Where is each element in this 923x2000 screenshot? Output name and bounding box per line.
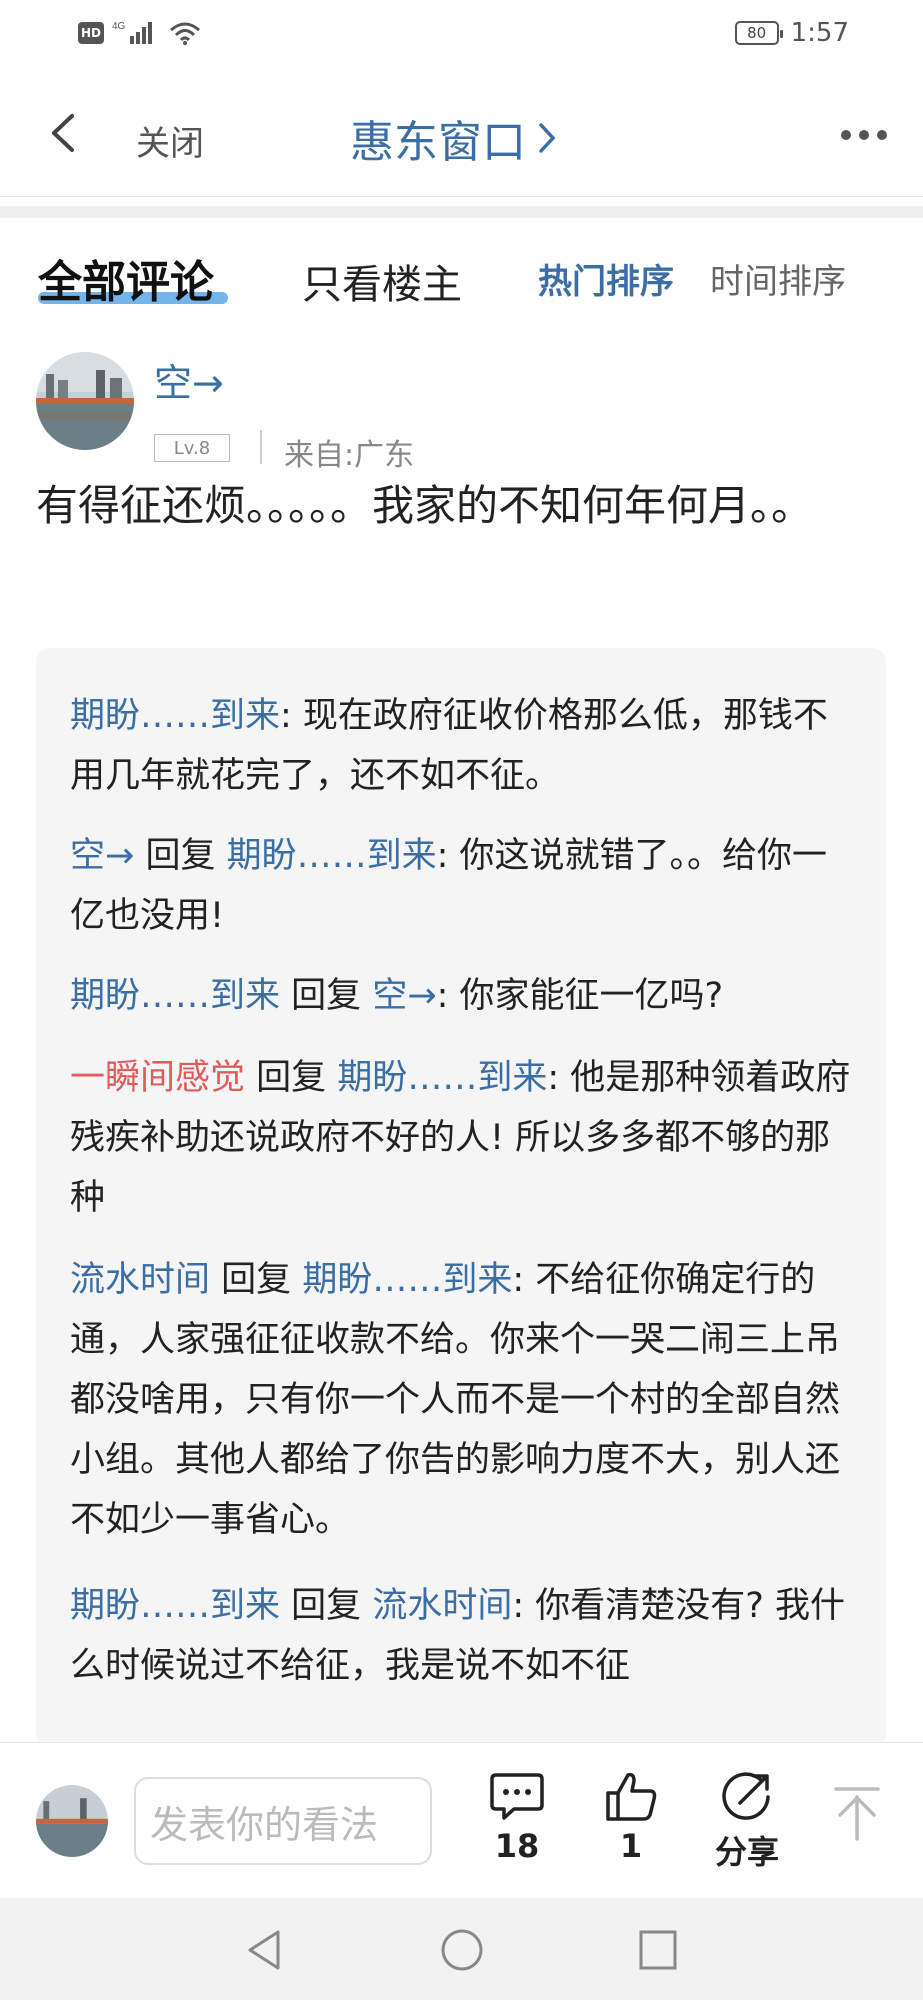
thumbs-up-icon xyxy=(606,1772,657,1821)
comments-button[interactable]: 18 xyxy=(472,1771,562,1865)
forum-title-link[interactable]: 惠东窗口 xyxy=(350,106,558,170)
status-left: HD 4G xyxy=(78,20,202,46)
status-right: 80 1:57 xyxy=(734,18,849,48)
system-nav-bar xyxy=(0,1898,923,2000)
avatar-image xyxy=(36,352,134,450)
forum-title: 惠东窗口 xyxy=(350,117,526,168)
reply-target[interactable]: 空→ xyxy=(372,976,436,1016)
comment-input[interactable]: 发表你的看法 xyxy=(134,1777,432,1865)
post-location: 来自:广东 xyxy=(284,438,415,473)
reply-text: : 不给征你确定行的通，人家强征征收款不给。你来个一哭二闹三上吊都没啥用，只有你… xyxy=(70,1260,841,1540)
tab-owner-only[interactable]: 只看楼主 xyxy=(302,252,462,310)
bottom-action-bar: 发表你的看法 18 1 分享 xyxy=(0,1742,923,1899)
sort-hot-button[interactable]: 热门排序 xyxy=(538,254,674,303)
system-back-icon[interactable] xyxy=(242,1926,286,1974)
comment-tabs: 全部评论 只看楼主 热门排序 时间排序 xyxy=(0,240,923,310)
battery-icon: 80 xyxy=(734,21,783,45)
reply-author[interactable]: 期盼……到来 xyxy=(70,1586,280,1626)
hd-badge: HD xyxy=(78,22,104,44)
reply-word: 回复 xyxy=(145,836,216,876)
tab-all-comments[interactable]: 全部评论 xyxy=(38,246,214,310)
reply-author[interactable]: 期盼……到来 xyxy=(70,696,280,736)
reply-text: : 你家能征一亿吗? xyxy=(436,976,724,1016)
reply-author[interactable]: 空→ xyxy=(70,836,134,876)
like-count: 1 xyxy=(619,1827,643,1865)
wifi-icon xyxy=(170,22,200,45)
status-bar: HD 4G 80 1:57 xyxy=(0,0,923,72)
reply-word: 回复 xyxy=(256,1058,327,1098)
post-author-name[interactable]: 空→ xyxy=(154,352,224,407)
reply-word: 回复 xyxy=(221,1260,292,1300)
system-recents-icon[interactable] xyxy=(636,1926,680,1974)
reply-item[interactable]: 空→ 回复 期盼……到来: 你这说就错了。。给你一亿也没用! xyxy=(70,826,860,946)
like-button[interactable]: 1 xyxy=(586,1771,676,1865)
signal-icon: 4G xyxy=(112,21,152,44)
close-button[interactable]: 关闭 xyxy=(136,116,204,165)
comment-count: 18 xyxy=(494,1827,540,1865)
reply-item[interactable]: 一瞬间感觉 回复 期盼……到来: 他是那种领着政府残疾补助还说政府不好的人! 所… xyxy=(70,1048,860,1228)
meta-separator xyxy=(260,430,262,464)
nav-divider xyxy=(0,196,923,197)
avatar[interactable] xyxy=(36,352,134,450)
battery-level: 80 xyxy=(747,24,767,42)
sort-time-button[interactable]: 时间排序 xyxy=(710,254,880,303)
reply-item[interactable]: 流水时间 回复 期盼……到来: 不给征你确定行的通，人家强征征收款不给。你来个一… xyxy=(70,1250,860,1550)
reply-target[interactable]: 期盼……到来 xyxy=(337,1058,547,1098)
comment-bubble-icon xyxy=(490,1773,544,1820)
back-to-top-icon[interactable] xyxy=(830,1783,884,1843)
network-label: 4G xyxy=(112,21,126,32)
back-arrow-icon[interactable] xyxy=(44,110,84,156)
level-badge: Lv.8 xyxy=(154,434,230,462)
reply-item[interactable]: 期盼……到来 回复 空→: 你家能征一亿吗? xyxy=(70,966,860,1026)
section-gap xyxy=(0,206,923,218)
reply-author[interactable]: 期盼……到来 xyxy=(70,976,280,1016)
clock: 1:57 xyxy=(790,18,849,48)
nav-bar: 关闭 惠东窗口 xyxy=(0,72,923,196)
reply-word: 回复 xyxy=(291,1586,362,1626)
reply-author[interactable]: 流水时间 xyxy=(70,1260,210,1300)
reply-item[interactable]: 期盼……到来 回复 流水时间: 你看清楚没有? 我什么时候说过不给征，我是说不如… xyxy=(70,1576,860,1696)
reply-author[interactable]: 一瞬间感觉 xyxy=(70,1058,245,1098)
reply-target[interactable]: 期盼……到来 xyxy=(227,836,437,876)
share-label: 分享 xyxy=(714,1833,779,1871)
system-home-icon[interactable] xyxy=(438,1926,486,1974)
post-content: 有得征还烦。。。。。我家的不知何年何月。。 xyxy=(36,481,814,530)
my-avatar-image xyxy=(36,1785,108,1857)
more-dots-icon[interactable] xyxy=(841,130,887,140)
my-avatar[interactable] xyxy=(36,1785,108,1857)
reply-item[interactable]: 期盼……到来: 现在政府征收价格那么低，那钱不用几年就花完了，还不如不征。 xyxy=(70,686,860,806)
reply-list: 期盼……到来: 现在政府征收价格那么低，那钱不用几年就花完了，还不如不征。 空→… xyxy=(36,648,886,1748)
chevron-right-icon xyxy=(539,123,556,153)
share-button[interactable]: 分享 xyxy=(702,1771,792,1873)
share-icon xyxy=(722,1772,770,1820)
reply-target[interactable]: 期盼……到来 xyxy=(302,1260,512,1300)
reply-target[interactable]: 流水时间 xyxy=(372,1586,512,1626)
reply-word: 回复 xyxy=(291,976,362,1016)
